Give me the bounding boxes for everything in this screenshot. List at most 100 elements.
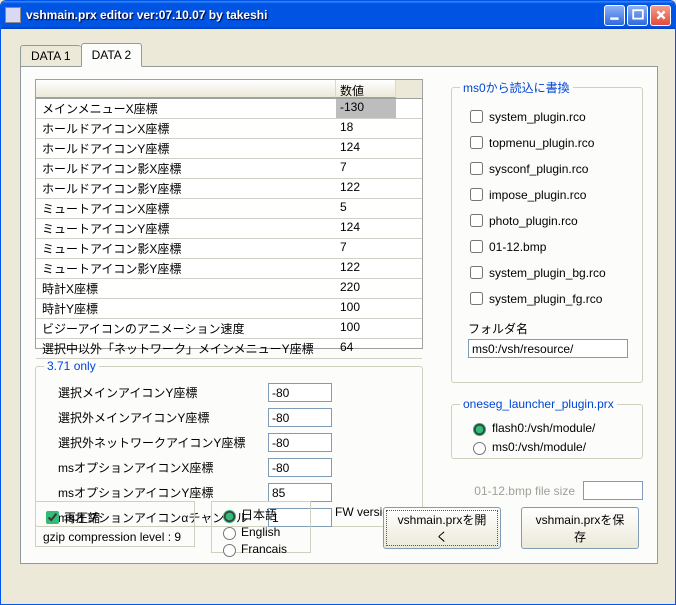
bmp-filesize-label: 01-12.bmp file size xyxy=(451,484,583,498)
table-row[interactable]: 時計X座標220 xyxy=(36,279,422,299)
group-371-legend: 3.71 only xyxy=(44,359,99,373)
param-row: 選択外メインアイコンY座標 xyxy=(58,408,414,427)
ms0-checkbox[interactable]: topmenu_plugin.rco xyxy=(466,133,634,152)
cell-value[interactable]: 7 xyxy=(336,159,396,178)
ms0-checkbox[interactable]: system_plugin_bg.rco xyxy=(466,263,634,282)
group-language: 日本語 English Francais xyxy=(211,501,311,553)
cell-name: ホールドアイコンY座標 xyxy=(36,139,336,158)
cell-value[interactable]: 124 xyxy=(336,139,396,158)
radio-lang-en[interactable]: English xyxy=(218,524,304,540)
minimize-button[interactable] xyxy=(604,5,625,26)
bmp-filesize-input[interactable] xyxy=(583,481,643,500)
group-oneseg: oneseg_launcher_plugin.prx flash0:/vsh/m… xyxy=(451,397,643,459)
param-input[interactable] xyxy=(268,383,332,402)
grid-header-value[interactable]: 数値 xyxy=(336,80,396,98)
table-row[interactable]: ミュートアイコンY座標124 xyxy=(36,219,422,239)
maximize-button[interactable] xyxy=(627,5,648,26)
cell-value[interactable]: 122 xyxy=(336,259,396,278)
cell-value[interactable]: 124 xyxy=(336,219,396,238)
cell-name: ミュートアイコンX座標 xyxy=(36,199,336,218)
param-row: 選択外ネットワークアイコンY座標 xyxy=(58,433,414,452)
cell-value[interactable]: 7 xyxy=(336,239,396,258)
folder-input[interactable] xyxy=(468,339,628,358)
cell-value[interactable]: 220 xyxy=(336,279,396,298)
ms0-checkbox[interactable]: impose_plugin.rco xyxy=(466,185,634,204)
table-row[interactable]: ビジーアイコンのアニメーション速度100 xyxy=(36,319,422,339)
param-row: msオプションアイコンX座標 xyxy=(58,458,414,477)
param-input[interactable] xyxy=(268,483,332,502)
folder-label: フォルダ名 xyxy=(468,320,634,337)
cell-value[interactable]: 100 xyxy=(336,319,396,338)
param-label: 選択外ネットワークアイコンY座標 xyxy=(58,434,268,451)
param-label: 選択メインアイコンY座標 xyxy=(58,384,268,401)
table-row[interactable]: メインメニューX座標-130 xyxy=(36,99,422,119)
radio-ms0[interactable]: ms0:/vsh/module/ xyxy=(468,439,634,455)
param-input[interactable] xyxy=(268,433,332,452)
ms0-checkbox[interactable]: system_plugin_fg.rco xyxy=(466,289,634,308)
tab-data2[interactable]: DATA 2 xyxy=(81,43,143,67)
window-title: vshmain.prx editor ver:07.10.07 by takes… xyxy=(26,8,604,22)
save-button[interactable]: vshmain.prxを保存 xyxy=(521,507,639,549)
cell-name: ホールドアイコンX座標 xyxy=(36,119,336,138)
group-ms0-rewrite: ms0から読込に書換 system_plugin.rcotopmenu_plug… xyxy=(451,79,643,383)
ms0-checkbox-label: impose_plugin.rco xyxy=(489,188,586,202)
ms0-checkbox-label: system_plugin_fg.rco xyxy=(489,292,602,306)
group-oneseg-legend: oneseg_launcher_plugin.prx xyxy=(460,397,617,411)
table-row[interactable]: ミュートアイコンX座標5 xyxy=(36,199,422,219)
checkbox-recompress[interactable]: 再圧縮 xyxy=(42,508,188,527)
cell-name: 選択中以外「ネットワーク」メインメニューY座標 xyxy=(36,339,336,358)
cell-name: ホールドアイコン影Y座標 xyxy=(36,179,336,198)
ms0-checkbox-label: 01-12.bmp xyxy=(489,240,546,254)
param-input[interactable] xyxy=(268,458,332,477)
table-row[interactable]: ミュートアイコン影Y座標122 xyxy=(36,259,422,279)
cell-value[interactable]: 100 xyxy=(336,299,396,318)
ms0-checkbox[interactable]: sysconf_plugin.rco xyxy=(466,159,634,178)
cell-value[interactable]: 5 xyxy=(336,199,396,218)
param-label: msオプションアイコンX座標 xyxy=(58,459,268,476)
table-row[interactable]: 選択中以外「ネットワーク」メインメニューY座標64 xyxy=(36,339,422,359)
param-row: 選択メインアイコンY座標 xyxy=(58,383,414,402)
close-button[interactable] xyxy=(650,5,671,26)
param-row: msオプションアイコンY座標 xyxy=(58,483,414,502)
app-window: vshmain.prx editor ver:07.10.07 by takes… xyxy=(0,0,676,605)
cell-name: 時計X座標 xyxy=(36,279,336,298)
ms0-checkbox[interactable]: system_plugin.rco xyxy=(466,107,634,126)
param-input[interactable] xyxy=(268,408,332,427)
table-row[interactable]: 時計Y座標100 xyxy=(36,299,422,319)
titlebar[interactable]: vshmain.prx editor ver:07.10.07 by takes… xyxy=(1,1,675,29)
ms0-checkbox[interactable]: photo_plugin.rco xyxy=(466,211,634,230)
table-row[interactable]: ホールドアイコン影X座標7 xyxy=(36,159,422,179)
radio-lang-jp[interactable]: 日本語 xyxy=(218,506,304,523)
radio-lang-fr[interactable]: Francais xyxy=(218,541,304,557)
cell-value[interactable]: 64 xyxy=(336,339,396,358)
values-grid[interactable]: 数値 メインメニューX座標-130ホールドアイコンX座標18ホールドアイコンY座… xyxy=(35,79,423,349)
tab-data1[interactable]: DATA 1 xyxy=(20,45,81,68)
param-label: 選択外メインアイコンY座標 xyxy=(58,409,268,426)
cell-value[interactable]: 18 xyxy=(336,119,396,138)
cell-name: ミュートアイコン影X座標 xyxy=(36,239,336,258)
group-recompress: 再圧縮 gzip compression level : 9 xyxy=(35,501,195,547)
open-button[interactable]: vshmain.prxを開く xyxy=(383,507,501,549)
ms0-checkbox-label: system_plugin.rco xyxy=(489,110,586,124)
ms0-checkbox-label: system_plugin_bg.rco xyxy=(489,266,606,280)
gzip-level-label: gzip compression level : 9 xyxy=(43,530,188,544)
table-row[interactable]: ホールドアイコンY座標124 xyxy=(36,139,422,159)
bmp-filesize-row: 01-12.bmp file size xyxy=(451,481,643,500)
table-row[interactable]: ミュートアイコン影X座標7 xyxy=(36,239,422,259)
param-label: msオプションアイコンY座標 xyxy=(58,484,268,501)
tab-panel-data2: 数値 メインメニューX座標-130ホールドアイコンX座標18ホールドアイコンY座… xyxy=(20,66,658,564)
table-row[interactable]: ホールドアイコンX座標18 xyxy=(36,119,422,139)
cell-name: ホールドアイコン影X座標 xyxy=(36,159,336,178)
grid-header-name[interactable] xyxy=(36,80,336,98)
cell-name: 時計Y座標 xyxy=(36,299,336,318)
cell-name: ミュートアイコンY座標 xyxy=(36,219,336,238)
cell-name: ミュートアイコン影Y座標 xyxy=(36,259,336,278)
app-icon xyxy=(5,7,21,23)
ms0-checkbox[interactable]: 01-12.bmp xyxy=(466,237,634,256)
radio-flash0[interactable]: flash0:/vsh/module/ xyxy=(468,420,634,436)
table-row[interactable]: ホールドアイコン影Y座標122 xyxy=(36,179,422,199)
cell-value[interactable]: 122 xyxy=(336,179,396,198)
ms0-checkbox-label: topmenu_plugin.rco xyxy=(489,136,594,150)
ms0-checkbox-label: sysconf_plugin.rco xyxy=(489,162,588,176)
cell-value[interactable]: -130 xyxy=(336,99,396,118)
